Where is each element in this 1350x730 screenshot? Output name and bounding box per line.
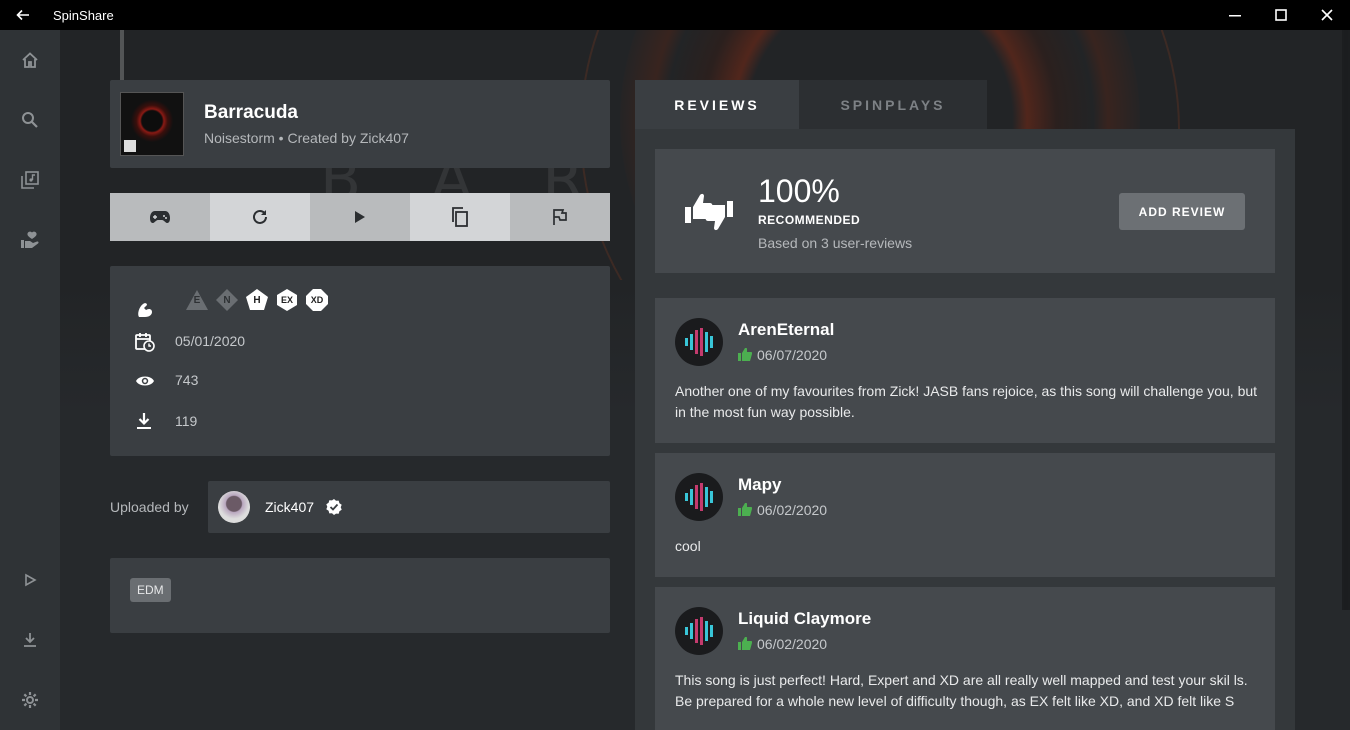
copy-link-button[interactable] bbox=[410, 193, 510, 241]
review-summary: 100% RECOMMENDED Based on 3 user-reviews… bbox=[655, 149, 1275, 273]
recommend-percent: 100% bbox=[758, 173, 840, 209]
uploader-name: Zick407 bbox=[265, 499, 315, 515]
download-icon bbox=[24, 633, 36, 647]
thumbs-up-down-icon bbox=[685, 193, 733, 231]
arrow-left-icon bbox=[16, 9, 29, 21]
thumbs-up-icon bbox=[738, 503, 752, 516]
tag[interactable]: EDM bbox=[130, 578, 171, 602]
downloads-row: 119 bbox=[135, 412, 197, 430]
support-icon bbox=[21, 231, 39, 248]
update-button[interactable] bbox=[210, 193, 310, 241]
sidebar-item-library[interactable] bbox=[0, 160, 60, 200]
reviewer-name[interactable]: Liquid Claymore bbox=[738, 609, 871, 629]
avatar bbox=[675, 607, 723, 655]
eye-icon bbox=[136, 376, 154, 386]
gamepad-icon bbox=[150, 211, 170, 223]
title-bar: SpinShare bbox=[0, 0, 1350, 30]
reviewer-name[interactable]: ArenEternal bbox=[738, 320, 834, 340]
copy-icon bbox=[452, 207, 468, 227]
play-icon bbox=[355, 211, 365, 223]
sidebar-item-search[interactable] bbox=[0, 100, 60, 140]
review-text: This song is just perfect! Hard, Expert … bbox=[675, 672, 1248, 709]
flag-icon bbox=[553, 209, 567, 225]
review-card: Mapy 06/02/2020 cool bbox=[655, 453, 1275, 577]
verified-icon bbox=[326, 499, 342, 515]
download-icon bbox=[137, 413, 151, 429]
sidebar bbox=[0, 30, 60, 730]
home-icon bbox=[22, 52, 38, 68]
upload-date-row: 05/01/2020 bbox=[135, 332, 245, 352]
difficulty-xd: XD bbox=[305, 288, 329, 312]
library-icon bbox=[21, 171, 39, 189]
song-header: Barracuda Noisestorm • Created by Zick40… bbox=[110, 80, 610, 168]
minimize-icon bbox=[1229, 15, 1241, 17]
play-in-game-button[interactable] bbox=[110, 193, 210, 241]
reviewer-name[interactable]: Mapy bbox=[738, 475, 781, 495]
album-cover bbox=[120, 92, 184, 156]
uploaded-by-label: Uploaded by bbox=[110, 499, 189, 515]
sidebar-item-home[interactable] bbox=[0, 40, 60, 80]
sidebar-item-downloads[interactable] bbox=[0, 620, 60, 660]
thumbs-up-icon bbox=[738, 637, 752, 650]
add-review-button[interactable]: ADD REVIEW bbox=[1119, 193, 1245, 230]
avatar bbox=[218, 491, 250, 523]
difficulty-row: E N H EX XD bbox=[135, 289, 328, 320]
avatar bbox=[675, 473, 723, 521]
tab-reviews[interactable]: REVIEWS bbox=[635, 80, 799, 129]
review-date: 06/07/2020 bbox=[757, 347, 828, 363]
views-row: 743 bbox=[135, 372, 198, 388]
play-icon bbox=[25, 573, 37, 587]
tags-card: EDM bbox=[110, 558, 610, 633]
preview-button[interactable] bbox=[310, 193, 410, 241]
calendar-clock-icon bbox=[135, 333, 155, 352]
upload-date: 05/01/2020 bbox=[175, 333, 246, 349]
difficulty-easy: E bbox=[185, 288, 209, 312]
close-icon bbox=[1321, 9, 1333, 21]
thumbs-up-icon bbox=[738, 348, 752, 361]
maximize-button[interactable] bbox=[1258, 0, 1304, 30]
uploader-card[interactable]: Zick407 bbox=[208, 481, 610, 533]
close-button[interactable] bbox=[1304, 0, 1350, 30]
action-bar bbox=[110, 193, 610, 241]
recommended-label: RECOMMENDED bbox=[758, 213, 861, 227]
downloads-count: 119 bbox=[175, 413, 198, 429]
maximize-icon bbox=[1275, 9, 1287, 21]
report-button[interactable] bbox=[510, 193, 610, 241]
refresh-icon bbox=[253, 209, 267, 224]
song-title: Barracuda bbox=[204, 102, 298, 123]
song-subtitle: Noisestorm • Created by Zick407 bbox=[204, 130, 409, 146]
search-icon bbox=[22, 112, 38, 128]
tab-spinplays[interactable]: SPINPLAYS bbox=[799, 80, 987, 129]
sidebar-item-support[interactable] bbox=[0, 220, 60, 260]
minimize-button[interactable] bbox=[1212, 0, 1258, 30]
back-button[interactable] bbox=[0, 0, 46, 30]
sidebar-item-play[interactable] bbox=[0, 560, 60, 600]
review-date: 06/02/2020 bbox=[757, 502, 828, 518]
review-text: cool bbox=[675, 538, 701, 554]
difficulty-hard: H bbox=[245, 288, 269, 312]
scrollbar[interactable] bbox=[1342, 30, 1350, 610]
review-text: Another one of my favourites from Zick! … bbox=[675, 383, 1258, 420]
review-basis: Based on 3 user-reviews bbox=[758, 235, 913, 251]
strength-icon bbox=[138, 303, 152, 317]
song-meta: E N H EX XD 05/01/2020 743 119 bbox=[110, 266, 610, 456]
difficulty-normal: N bbox=[215, 288, 239, 312]
window-title: SpinShare bbox=[53, 7, 114, 23]
avatar bbox=[675, 318, 723, 366]
tab-bar: REVIEWS SPINPLAYS bbox=[635, 80, 987, 129]
review-card: Liquid Claymore 06/02/2020 This song is … bbox=[655, 587, 1275, 730]
sidebar-item-settings[interactable] bbox=[0, 680, 60, 720]
review-card: ArenEternal 06/07/2020 Another one of my… bbox=[655, 298, 1275, 443]
settings-icon bbox=[22, 692, 38, 708]
views-count: 743 bbox=[175, 372, 199, 388]
difficulty-expert: EX bbox=[275, 288, 299, 312]
review-date: 06/02/2020 bbox=[757, 636, 828, 652]
